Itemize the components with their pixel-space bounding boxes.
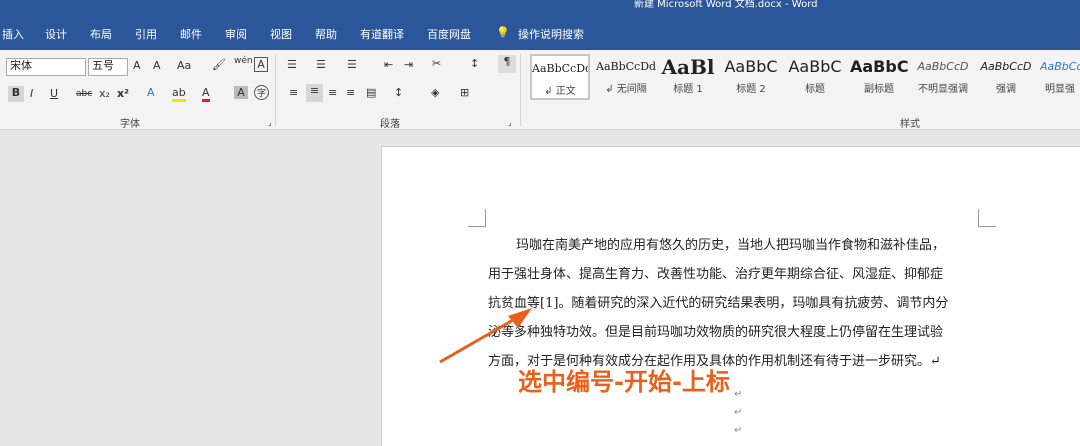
annotation-label: 选中编号-开始-上标 [518, 368, 730, 396]
